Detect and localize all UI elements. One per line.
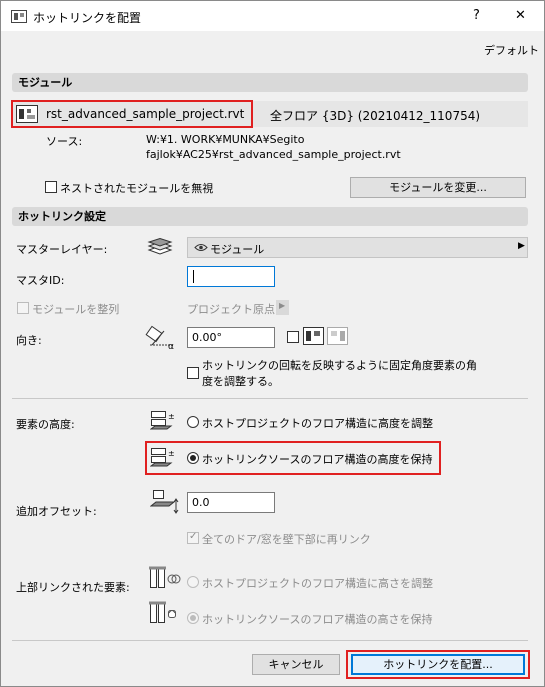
play-icon: ▶ (279, 301, 286, 310)
project-origin-label: プロジェクト原点 (187, 303, 275, 316)
elevation-source-radio[interactable] (187, 452, 199, 464)
help-icon[interactable]: ? (473, 8, 480, 23)
change-module-button[interactable]: モジュールを変更... (350, 177, 526, 198)
top-linked-source-icon (149, 601, 176, 623)
source-label: ソース: (46, 135, 83, 148)
rotation-fixed-checkbox[interactable] (187, 367, 199, 379)
elevation-host-icon: ± (150, 411, 175, 430)
svg-text:α: α (168, 342, 174, 351)
elevation-host-radio[interactable] (187, 416, 199, 428)
orientation-input[interactable]: 0.00° (187, 327, 275, 348)
offset-input[interactable]: 0.0 (187, 492, 275, 513)
master-layer-label: マスターレイヤー: (16, 243, 108, 256)
top-linked-label: 上部リンクされた要素: (16, 581, 130, 594)
module-file-highlight (11, 100, 253, 128)
project-origin-button[interactable]: ▶ (276, 300, 289, 315)
dropdown-arrow-icon: ▶ (518, 241, 525, 251)
orientation-label: 向き: (16, 334, 42, 347)
eye-icon (194, 244, 208, 251)
mirror-checkbox[interactable] (287, 331, 299, 343)
close-icon[interactable]: ✕ (515, 8, 526, 23)
align-module-label: モジュールを整列 (32, 303, 120, 316)
mirror-icon (303, 327, 348, 345)
divider-1 (12, 398, 528, 399)
elevation-host-label: ホストプロジェクトのフロア構造に高度を調整 (202, 417, 433, 430)
elevation-source-icon: ± (150, 448, 175, 467)
top-linked-source-radio[interactable] (187, 612, 199, 624)
divider-2 (12, 640, 528, 641)
source-path-line1: W:¥1. WORK¥MUNKA¥Segito (146, 133, 305, 146)
rotation-fixed-line2: 度を調整する。 (202, 375, 279, 388)
module-section-header: モジュール (12, 73, 528, 92)
offset-icon (150, 490, 179, 514)
default-label[interactable]: デフォルト (484, 42, 539, 58)
top-linked-source-label: ホットリンクソースのフロア構造の高さを保持 (202, 613, 433, 626)
relink-doors-checkbox[interactable]: ✓ (187, 531, 199, 544)
rotation-fixed-line1: ホットリンクの回転を反映するように固定角度要素の角 (202, 359, 477, 372)
ignore-nested-label: ネストされたモジュールを無視 (60, 182, 214, 195)
master-id-label: マスタID: (16, 274, 65, 287)
rotation-angle-icon: α (145, 325, 174, 351)
cancel-button[interactable]: キャンセル (252, 654, 340, 675)
text-cursor (193, 270, 194, 283)
check-icon: ✓ (189, 531, 198, 542)
top-linked-host-label: ホストプロジェクトのフロア構造に高さを調整 (202, 577, 433, 590)
svg-text:±: ± (168, 449, 175, 458)
top-linked-host-icon (149, 566, 181, 588)
app-icon (11, 10, 27, 23)
master-id-input[interactable] (187, 266, 275, 287)
place-hotlink-button[interactable]: ホットリンクを配置... (351, 654, 525, 675)
align-module-checkbox[interactable] (17, 302, 29, 314)
window-title: ホットリンクを配置 (33, 11, 142, 25)
ignore-nested-checkbox[interactable] (45, 181, 57, 193)
source-path-line2: fajlok¥AC25¥rst_advanced_sample_project.… (146, 148, 401, 161)
elevation-label: 要素の高度: (16, 418, 75, 431)
top-linked-host-radio[interactable] (187, 576, 199, 588)
title-bar: ホットリンクを配置 ? ✕ (1, 1, 544, 31)
relink-doors-label: 全てのドア/窓を壁下部に再リンク (202, 533, 371, 546)
svg-text:±: ± (168, 412, 175, 421)
master-layer-value: モジュール (210, 243, 265, 256)
hotlink-settings-header: ホットリンク設定 (12, 207, 528, 226)
layer-icon (147, 238, 173, 255)
offset-label: 追加オフセット: (16, 505, 97, 518)
story-info: 全フロア {3D} (20210412_110754) (270, 109, 481, 123)
master-layer-dropdown[interactable]: モジュール ▶ (187, 237, 528, 258)
elevation-source-label: ホットリンクソースのフロア構造の高度を保持 (202, 453, 433, 466)
